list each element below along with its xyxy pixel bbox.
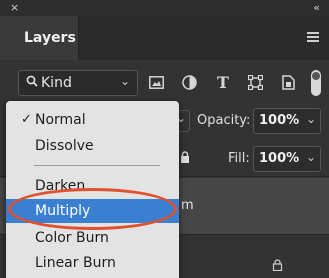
checkmark-icon: ✓ <box>21 112 32 127</box>
opacity-label: Opacity: <box>197 113 251 128</box>
background-lock-icon <box>272 256 283 272</box>
chevron-down-icon[interactable]: ⌄ <box>306 150 316 164</box>
shape-filter-icon[interactable] <box>246 72 264 92</box>
menu-item-label: Linear Burn <box>35 255 116 271</box>
close-panel-button[interactable]: × <box>10 0 19 16</box>
menu-separator <box>34 165 160 166</box>
filter-toggle-switch[interactable] <box>311 70 321 96</box>
opacity-value[interactable]: 100% <box>259 113 299 128</box>
type-filter-icon[interactable]: T <box>214 72 232 92</box>
image-filter-icon[interactable] <box>147 72 165 92</box>
smart-object-filter-icon[interactable] <box>279 72 297 92</box>
blend-mode-darken[interactable]: Darken <box>6 174 179 198</box>
menu-item-label: Color Burn <box>35 230 109 246</box>
collapse-panel-button[interactable]: « <box>313 0 320 16</box>
menu-item-label: Normal <box>35 112 86 128</box>
filter-kind-select[interactable]: Kind ⌄ <box>18 70 138 96</box>
blend-mode-color-burn[interactable]: Color Burn <box>6 226 179 250</box>
blend-mode-dissolve[interactable]: Dissolve <box>6 134 179 158</box>
filter-kind-label: Kind <box>41 75 72 91</box>
tab-layers[interactable]: Layers <box>0 16 79 60</box>
menu-item-label: Dissolve <box>35 138 94 154</box>
lock-icon[interactable] <box>180 148 190 163</box>
menu-item-label: Darken <box>35 178 86 194</box>
adjustment-filter-icon[interactable] <box>180 72 198 92</box>
fill-label: Fill: <box>228 151 250 166</box>
menu-item-label: Multiply <box>35 203 91 219</box>
blend-mode-normal[interactable]: ✓ Normal <box>6 108 179 132</box>
search-icon <box>26 75 38 91</box>
blend-mode-dropdown: ✓ Normal Dissolve Darken Multiply Color … <box>6 101 179 278</box>
panel-title-bar: × « <box>0 0 329 16</box>
chevron-down-icon[interactable]: ⌄ <box>306 112 316 126</box>
chevron-down-icon: ⌄ <box>119 74 130 88</box>
blend-mode-linear-burn[interactable]: Linear Burn <box>6 251 179 275</box>
panel-menu-icon[interactable] <box>307 32 319 42</box>
layer-name: m <box>181 198 194 213</box>
tab-layers-label: Layers <box>24 30 76 46</box>
fill-value[interactable]: 100% <box>259 151 299 166</box>
blend-mode-multiply[interactable]: Multiply <box>6 199 179 223</box>
